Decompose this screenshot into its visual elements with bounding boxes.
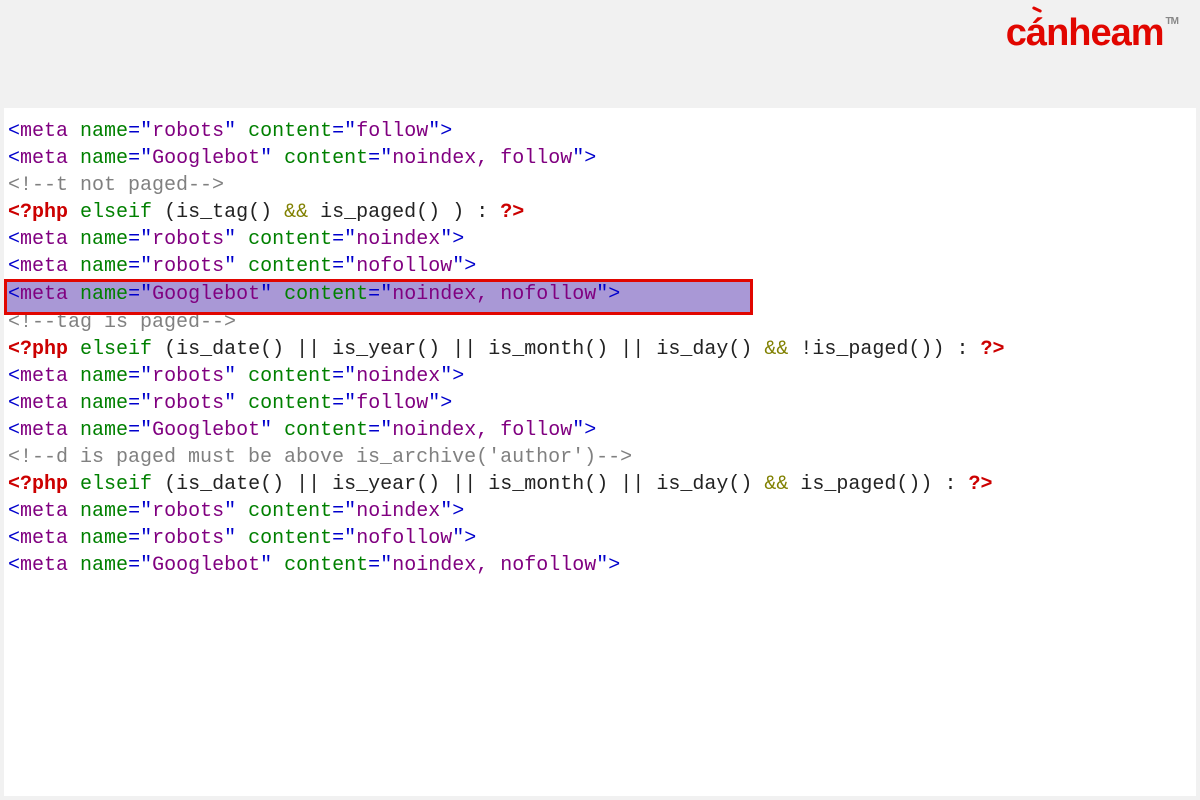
highlighted-line: <meta name="Googlebot" content="noindex,… [4,281,1196,308]
brand-logo: cánheam TM [1006,12,1178,55]
code-line: <meta name="robots" content="noindex"> [4,226,1196,253]
code-line: <meta name="robots" content="nofollow"> [4,525,1196,552]
code-line: <meta name="robots" content="nofollow"> [4,253,1196,280]
code-line: <meta name="robots" content="noindex"> [4,498,1196,525]
code-line: <meta name="Googlebot" content="noindex,… [4,552,1196,579]
code-line-comment: <!--d is paged must be above is_archive(… [4,444,1196,471]
code-line: <meta name="robots" content="noindex"> [4,363,1196,390]
code-snippet: <meta name="robots" content="follow"> <m… [4,108,1196,796]
code-line-php: <?php elseif (is_date() || is_year() || … [4,336,1196,363]
brand-logo-tm: TM [1166,16,1178,27]
code-line: <meta name="robots" content="follow"> [4,390,1196,417]
code-line: <meta name="robots" content="follow"> [4,118,1196,145]
brand-logo-text: cánheam [1006,12,1164,55]
code-line-comment: <!--t not paged--> [4,172,1196,199]
code-line: <meta name="Googlebot" content="noindex,… [4,281,1196,308]
code-line: <meta name="Googlebot" content="noindex,… [4,145,1196,172]
code-line: <meta name="Googlebot" content="noindex,… [4,417,1196,444]
code-line-php: <?php elseif (is_tag() && is_paged() ) :… [4,199,1196,226]
code-line-php: <?php elseif (is_date() || is_year() || … [4,471,1196,498]
